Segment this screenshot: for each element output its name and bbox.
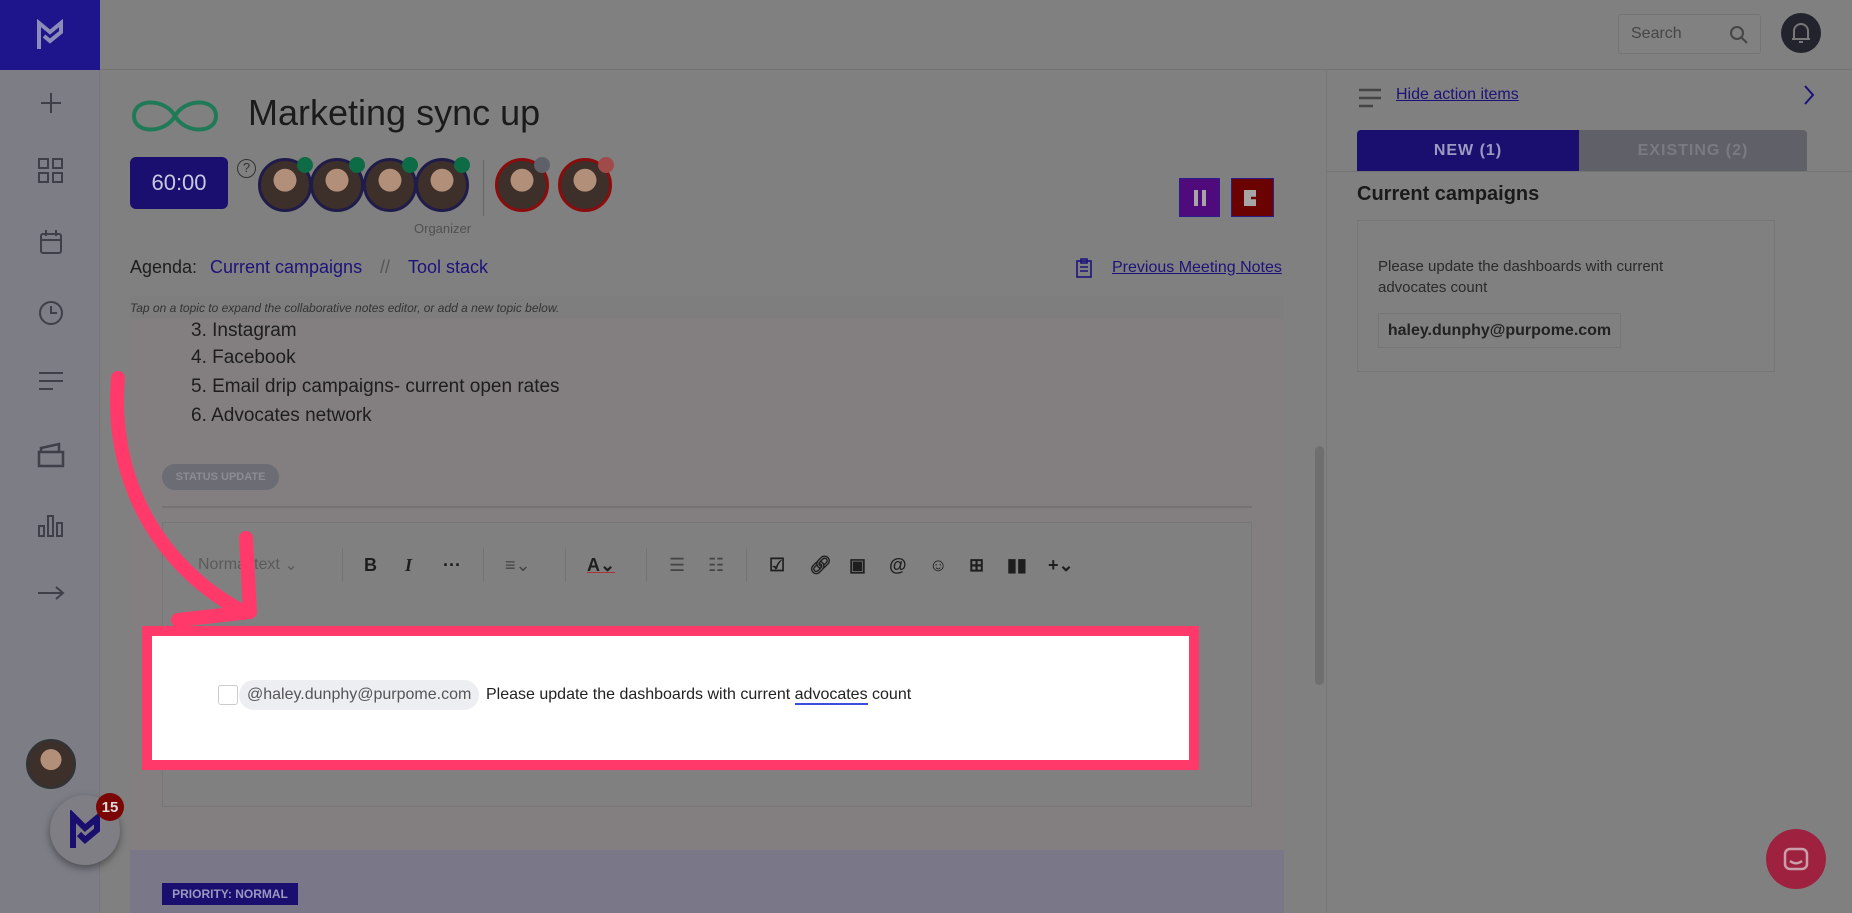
bullet-list-icon[interactable]: ☰: [669, 552, 685, 578]
notifications-button[interactable]: [1781, 13, 1821, 53]
action-text-underlined: advocates: [794, 686, 868, 705]
declined-status-dot: [598, 157, 614, 173]
action-text: count: [867, 686, 912, 703]
chat-support-button[interactable]: [1766, 829, 1826, 889]
meetingfull-logo-icon: [37, 19, 63, 49]
hide-action-items-link[interactable]: Hide action items: [1396, 86, 1519, 104]
online-status-dot: [297, 157, 313, 173]
offline-status-dot: [534, 157, 550, 173]
more-icon[interactable]: ···: [443, 552, 461, 578]
tab-new[interactable]: NEW (1): [1357, 130, 1579, 171]
search-placeholder: Search: [1631, 25, 1682, 42]
search-icon: [1730, 26, 1748, 44]
timer-button[interactable]: 60:00: [130, 157, 228, 209]
text-color-icon[interactable]: A⌄: [587, 552, 615, 578]
clipboard-icon: [1076, 258, 1092, 278]
agenda-item-current-campaigns[interactable]: Current campaigns: [210, 257, 362, 278]
previous-meeting-notes-link[interactable]: Previous Meeting Notes: [1112, 259, 1282, 277]
user-avatar[interactable]: [26, 739, 76, 789]
align-icon[interactable]: ≡⌄: [505, 552, 531, 578]
online-status-dot: [349, 157, 365, 173]
action-item-text[interactable]: Please update the dashboards with curren…: [486, 686, 912, 705]
mention-icon[interactable]: @: [889, 552, 907, 578]
scrollbar[interactable]: [1315, 446, 1324, 685]
tab-existing[interactable]: EXISTING (2): [1579, 130, 1807, 171]
search-input[interactable]: Search: [1618, 14, 1761, 54]
action-item-card-text: Please update the dashboards with curren…: [1378, 258, 1664, 296]
toolbar-separator: [342, 548, 343, 582]
mention-pill[interactable]: @haley.dunphy@purpome.com: [239, 680, 480, 710]
help-icon[interactable]: ?: [237, 159, 256, 178]
agenda-separator: //: [380, 257, 391, 277]
grid-icon[interactable]: [30, 150, 72, 192]
action-item-highlight: @haley.dunphy@purpome.com Please update …: [142, 626, 1199, 770]
numbered-list-icon[interactable]: ☷: [708, 552, 724, 578]
agenda-label: Agenda:: [130, 257, 198, 277]
toolbar-separator: [483, 548, 484, 582]
status-update-badge[interactable]: STATUS UPDATE: [162, 464, 279, 490]
bold-icon[interactable]: B: [364, 552, 377, 578]
next-topic-card[interactable]: [130, 850, 1284, 913]
toolbar-separator: [565, 548, 566, 582]
toolbar-separator: [746, 548, 747, 582]
exit-icon: [1243, 189, 1263, 206]
meetingfull-logo-icon: [70, 810, 100, 848]
chevron-right-icon[interactable]: [1803, 84, 1815, 106]
image-icon[interactable]: ▣: [849, 552, 866, 578]
action-text: Please update the dashboards with curren…: [486, 686, 795, 703]
note-item: 5. Email drip campaigns- current open ra…: [191, 376, 560, 397]
action-item-checkbox[interactable]: [218, 685, 238, 705]
top-bar: [100, 0, 1852, 70]
note-item: 4. Facebook: [191, 347, 296, 368]
page-title: Marketing sync up: [248, 92, 541, 133]
link-icon[interactable]: 🔗︎: [809, 552, 832, 578]
text-style-value: Normal text: [198, 556, 280, 573]
note-item: 3. Instagram: [191, 320, 297, 341]
pause-button[interactable]: [1179, 178, 1220, 217]
calendar-icon[interactable]: [30, 221, 72, 263]
notes-icon[interactable]: [30, 360, 72, 402]
columns-icon[interactable]: ▮▮: [1007, 552, 1027, 578]
divider: [1326, 171, 1852, 172]
insert-icon[interactable]: +⌄: [1048, 552, 1074, 578]
exit-meeting-button[interactable]: [1231, 178, 1274, 217]
text-style-select[interactable]: Normal text ⌄: [198, 552, 298, 578]
italic-icon[interactable]: I: [405, 552, 412, 578]
notification-count-badge: 15: [96, 793, 124, 821]
bell-icon: [1792, 23, 1810, 43]
toolbar-separator: [646, 548, 647, 582]
chat-icon: [1783, 847, 1809, 871]
app-logo[interactable]: [0, 0, 100, 70]
list-icon: [1359, 88, 1381, 108]
table-icon[interactable]: ⊞: [969, 552, 984, 578]
divider: [162, 506, 1252, 508]
checkbox-icon[interactable]: ☑: [769, 552, 785, 578]
pause-icon: [1193, 189, 1206, 206]
chart-icon[interactable]: [30, 505, 72, 547]
clock-icon[interactable]: [30, 292, 72, 334]
sidebar: 15: [0, 0, 124, 913]
note-item: 6. Advocates network: [191, 405, 372, 426]
arrow-right-icon[interactable]: [30, 572, 72, 614]
divider: [483, 160, 484, 216]
plus-icon[interactable]: [30, 82, 72, 124]
folder-icon[interactable]: [30, 434, 72, 476]
priority-badge: PRIORITY: NORMAL: [162, 883, 298, 905]
assignee-chip[interactable]: haley.dunphy@purpome.com: [1378, 313, 1621, 348]
hint-text: Tap on a topic to expand the collaborati…: [130, 301, 560, 315]
emoji-icon[interactable]: ☺: [929, 552, 947, 578]
organizer-label: Organizer: [414, 221, 472, 236]
agenda-item-tool-stack[interactable]: Tool stack: [408, 257, 488, 278]
section-title: Current campaigns: [1357, 183, 1540, 205]
infinity-icon: [131, 100, 219, 132]
online-status-dot: [454, 157, 470, 173]
online-status-dot: [402, 157, 418, 173]
